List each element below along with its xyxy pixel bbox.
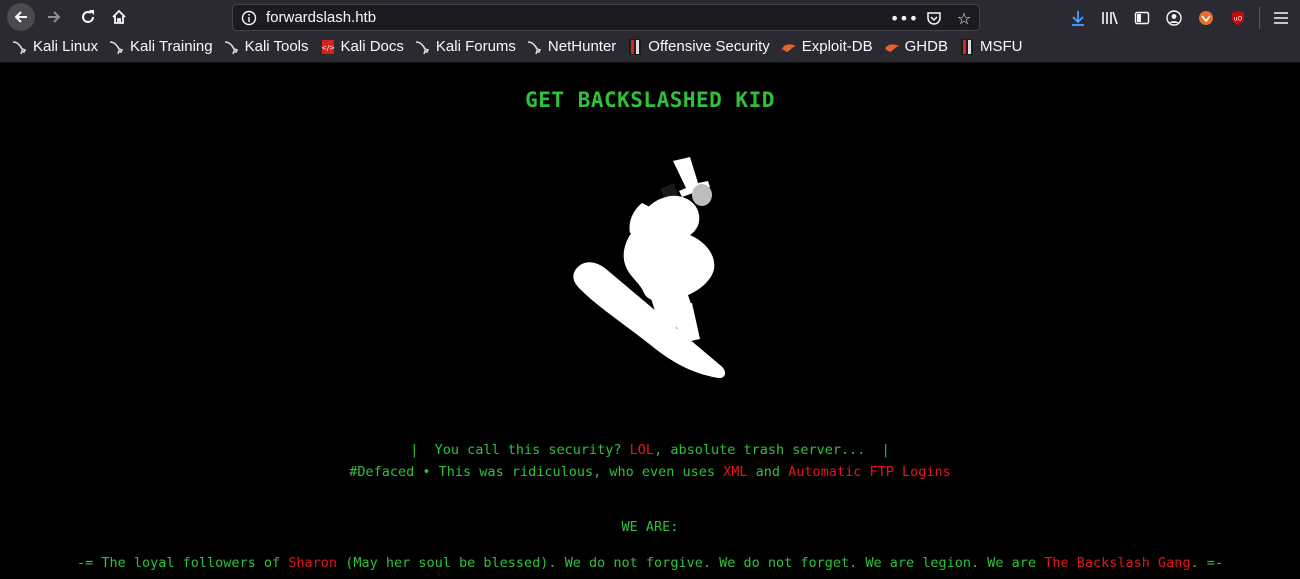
offsec-icon xyxy=(960,38,973,55)
defaced-line-part: and xyxy=(747,464,789,480)
snowboarder-silhouette-image xyxy=(573,157,726,379)
bookmark-offensive-security[interactable]: Offensive Security xyxy=(627,38,770,55)
svg-text:</>: </> xyxy=(320,44,334,52)
sidebar-icon[interactable] xyxy=(1131,8,1153,28)
highlight-sharon: Sharon xyxy=(288,555,338,571)
taunt-line-part: , absolute trash server... | xyxy=(654,442,890,458)
highlight-gang: The Backslash Gang xyxy=(1044,555,1191,571)
bookmark-label: Kali Linux xyxy=(33,38,99,55)
bookmark-label: NetHunter xyxy=(547,38,617,55)
address-bar[interactable]: forwardslash.htb ••• ☆ xyxy=(232,4,980,31)
bookmark-label: Kali Docs xyxy=(340,38,404,55)
highlight-lol: LOL xyxy=(629,442,655,458)
bookmark-kali-tools[interactable]: Kali Tools xyxy=(224,38,309,55)
bookmark-label: Kali Forums xyxy=(435,38,516,55)
exploitdb-icon xyxy=(884,43,899,52)
account-icon[interactable] xyxy=(1163,8,1185,28)
toolbar-separator xyxy=(1259,7,1260,29)
bookmark-label: Kali Tools xyxy=(244,38,309,55)
extension-foxyproxy-icon[interactable] xyxy=(1195,8,1217,28)
kali-dragon-icon xyxy=(109,40,124,54)
defaced-line-part: #Defaced • This was ridiculous, who even… xyxy=(349,464,724,480)
bookmark-label: MSFU xyxy=(979,38,1023,55)
bookmark-nethunter[interactable]: NetHunter xyxy=(527,38,616,55)
url-text[interactable]: forwardslash.htb xyxy=(266,9,376,26)
bookmark-ghdb[interactable]: GHDB xyxy=(884,38,948,55)
bookmark-label: Exploit-DB xyxy=(801,38,873,55)
manifesto-part: (May her soul be blessed). We do not for… xyxy=(337,555,1045,571)
arrow-left-icon xyxy=(14,11,27,23)
exploitdb-icon xyxy=(781,43,796,52)
kali-dragon-icon xyxy=(224,40,238,54)
bookmark-exploit-db[interactable]: Exploit-DB xyxy=(781,38,873,55)
page-headline: GET BACKSLASHED KID xyxy=(525,88,775,112)
browser-toolbar: forwardslash.htb ••• ☆ uO xyxy=(0,0,1300,35)
reload-icon xyxy=(82,10,94,23)
svg-text:uO: uO xyxy=(1234,16,1243,23)
extension-ublock-icon[interactable]: uO xyxy=(1227,8,1249,28)
manifesto-part: -= The loyal followers of xyxy=(76,555,289,571)
bookmark-star-icon[interactable]: ☆ xyxy=(955,9,973,28)
taunt-line: | You call this security? LOL, absolute … xyxy=(0,442,1300,458)
site-info-icon[interactable] xyxy=(241,10,257,30)
menu-hamburger-icon[interactable] xyxy=(1270,8,1292,28)
library-icon[interactable] xyxy=(1099,8,1121,28)
kali-dragon-icon xyxy=(527,40,542,54)
page-content: GET BACKSLASHED KID | You call this secu… xyxy=(0,63,1300,579)
reload-button[interactable] xyxy=(74,3,102,31)
kali-dragon-icon xyxy=(415,40,430,54)
we-are-heading: WE ARE: xyxy=(621,519,679,535)
kali-docs-icon: </> xyxy=(320,39,335,54)
offsec-icon xyxy=(629,38,642,55)
downloads-icon[interactable] xyxy=(1067,8,1089,28)
kali-dragon-icon xyxy=(12,40,27,54)
highlight-ftp: Automatic FTP Logins xyxy=(788,464,951,480)
arrow-right-icon xyxy=(48,11,61,23)
bookmark-label: GHDB xyxy=(904,38,948,55)
defaced-line: #Defaced • This was ridiculous, who even… xyxy=(0,464,1300,480)
bookmarks-toolbar: Kali Linux Kali Training Kali Tools </> … xyxy=(0,35,1300,63)
forward-button[interactable] xyxy=(40,3,68,31)
bookmark-kali-forums[interactable]: Kali Forums xyxy=(415,38,516,55)
page-actions-icon[interactable]: ••• xyxy=(890,9,918,28)
home-button[interactable] xyxy=(105,3,133,31)
manifesto-part: . =- xyxy=(1190,555,1224,571)
bookmark-label: Kali Training xyxy=(130,38,213,55)
bookmark-msfu[interactable]: MSFU xyxy=(959,38,1023,55)
pocket-icon[interactable] xyxy=(925,9,943,27)
bookmark-label: Offensive Security xyxy=(648,38,770,55)
back-button[interactable] xyxy=(7,3,35,31)
manifesto-line: -= The loyal followers of Sharon (May he… xyxy=(0,555,1300,571)
highlight-xml: XML xyxy=(723,464,748,480)
taunt-line-part: | You call this security? xyxy=(410,442,630,458)
home-icon xyxy=(112,9,126,24)
bookmark-kali-docs[interactable]: </> Kali Docs xyxy=(320,38,404,55)
bookmark-kali-linux[interactable]: Kali Linux xyxy=(12,38,98,55)
bookmark-kali-training[interactable]: Kali Training xyxy=(109,38,213,55)
